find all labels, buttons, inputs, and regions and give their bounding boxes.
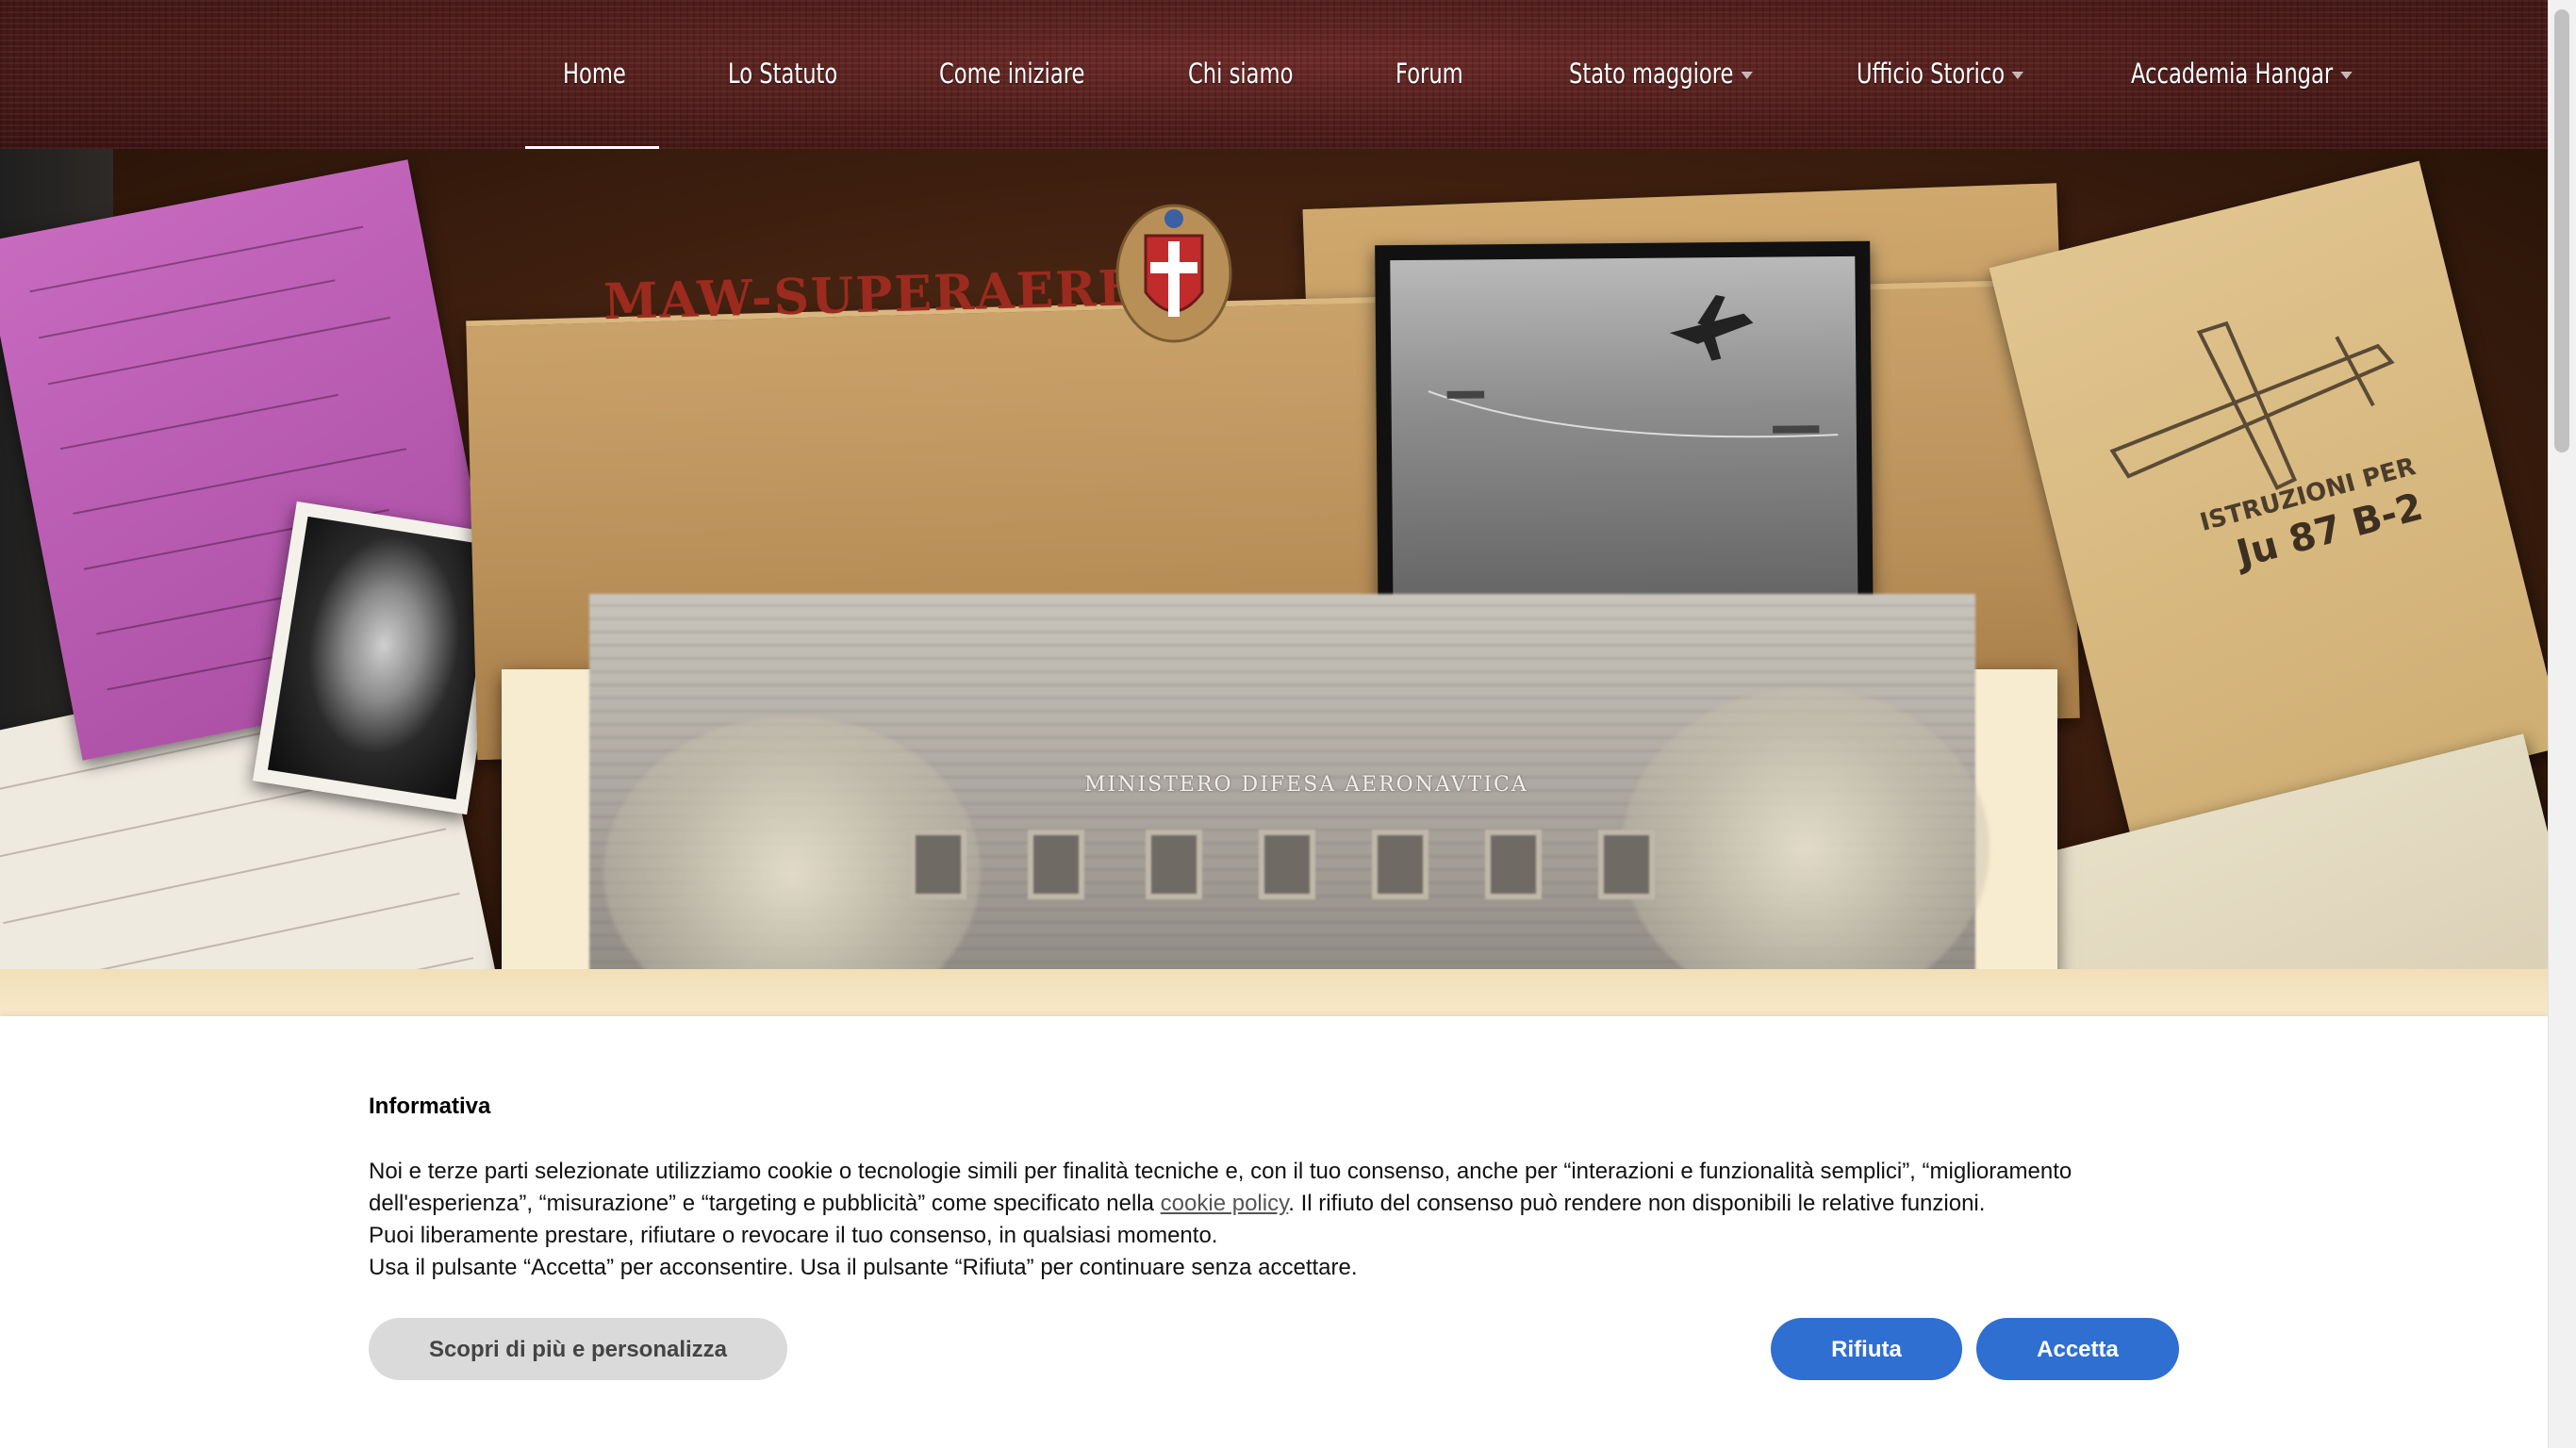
nav-item-lo-statuto[interactable]: Lo Statuto <box>728 45 837 102</box>
nav-item-label: Chi siamo <box>1188 58 1294 90</box>
savoy-crest-icon <box>1115 204 1232 343</box>
building-window <box>1028 830 1084 899</box>
building-window <box>1372 830 1428 899</box>
cookie-banner-text: Noi e terze parti selezionate utilizziam… <box>369 1156 2207 1284</box>
nav-item-label: Accademia Hangar <box>2131 58 2334 90</box>
top-navbar: Home Lo Statuto Come iniziare Chi siamo … <box>0 0 2548 149</box>
chevron-down-icon <box>1741 72 1753 79</box>
nav-item-label: Ufficio Storico <box>1857 58 2006 90</box>
cookie-policy-link[interactable]: cookie policy <box>1161 1191 1289 1216</box>
woman-portrait-image <box>267 516 497 800</box>
nav-item-ufficio-storico[interactable]: Ufficio Storico <box>1857 45 2024 102</box>
nav-item-label: Forum <box>1395 58 1463 90</box>
chevron-down-icon <box>2011 72 2024 79</box>
learn-more-customize-button[interactable]: Scopri di più e personalizza <box>369 1318 787 1380</box>
nav-item-label: Home <box>563 58 626 90</box>
cookie-paragraph-3: Usa il pulsante “Accetta” per acconsenti… <box>369 1255 1358 1280</box>
aircraft-over-sea-image <box>1390 255 1858 636</box>
tree-right <box>1622 688 1990 1009</box>
building-window <box>1146 830 1202 899</box>
nav-item-come-iniziare[interactable]: Come iniziare <box>939 45 1084 102</box>
airplane-icon <box>1428 294 1839 604</box>
cookie-banner-title: Informativa <box>369 1094 491 1119</box>
building-window <box>1598 830 1655 899</box>
aircraft-photo <box>1375 240 1874 651</box>
reject-button[interactable]: Rifiuta <box>1771 1318 1962 1380</box>
chevron-down-icon <box>2339 72 2353 79</box>
building-window <box>1485 830 1542 899</box>
nav-item-accademia-hangar[interactable]: Accademia Hangar <box>2131 45 2353 102</box>
nav-item-stato-maggiore[interactable]: Stato maggiore <box>1569 45 1753 102</box>
nav-item-forum[interactable]: Forum <box>1395 45 1463 102</box>
nav-item-label: Stato maggiore <box>1569 58 1734 90</box>
nav-item-home[interactable]: Home <box>563 45 626 102</box>
cookie-paragraph-1: Noi e terze parti selezionate utilizziam… <box>369 1159 2072 1216</box>
hero-bottom-band <box>0 969 2548 1016</box>
accept-button[interactable]: Accetta <box>1976 1318 2179 1380</box>
nav-item-chi-siamo[interactable]: Chi siamo <box>1188 45 1293 102</box>
nav-item-label: Lo Statuto <box>728 58 838 90</box>
vertical-scrollbar-thumb[interactable] <box>2554 9 2569 452</box>
building-inscription: MINISTERO DIFESA AERONAVTICA <box>1084 773 1528 797</box>
building-window <box>1259 830 1315 899</box>
building-window <box>910 830 966 899</box>
cookie-paragraph-2: Puoi liberamente prestare, rifiutare o r… <box>369 1223 1218 1248</box>
nav-item-label: Come iniziare <box>939 58 1085 90</box>
